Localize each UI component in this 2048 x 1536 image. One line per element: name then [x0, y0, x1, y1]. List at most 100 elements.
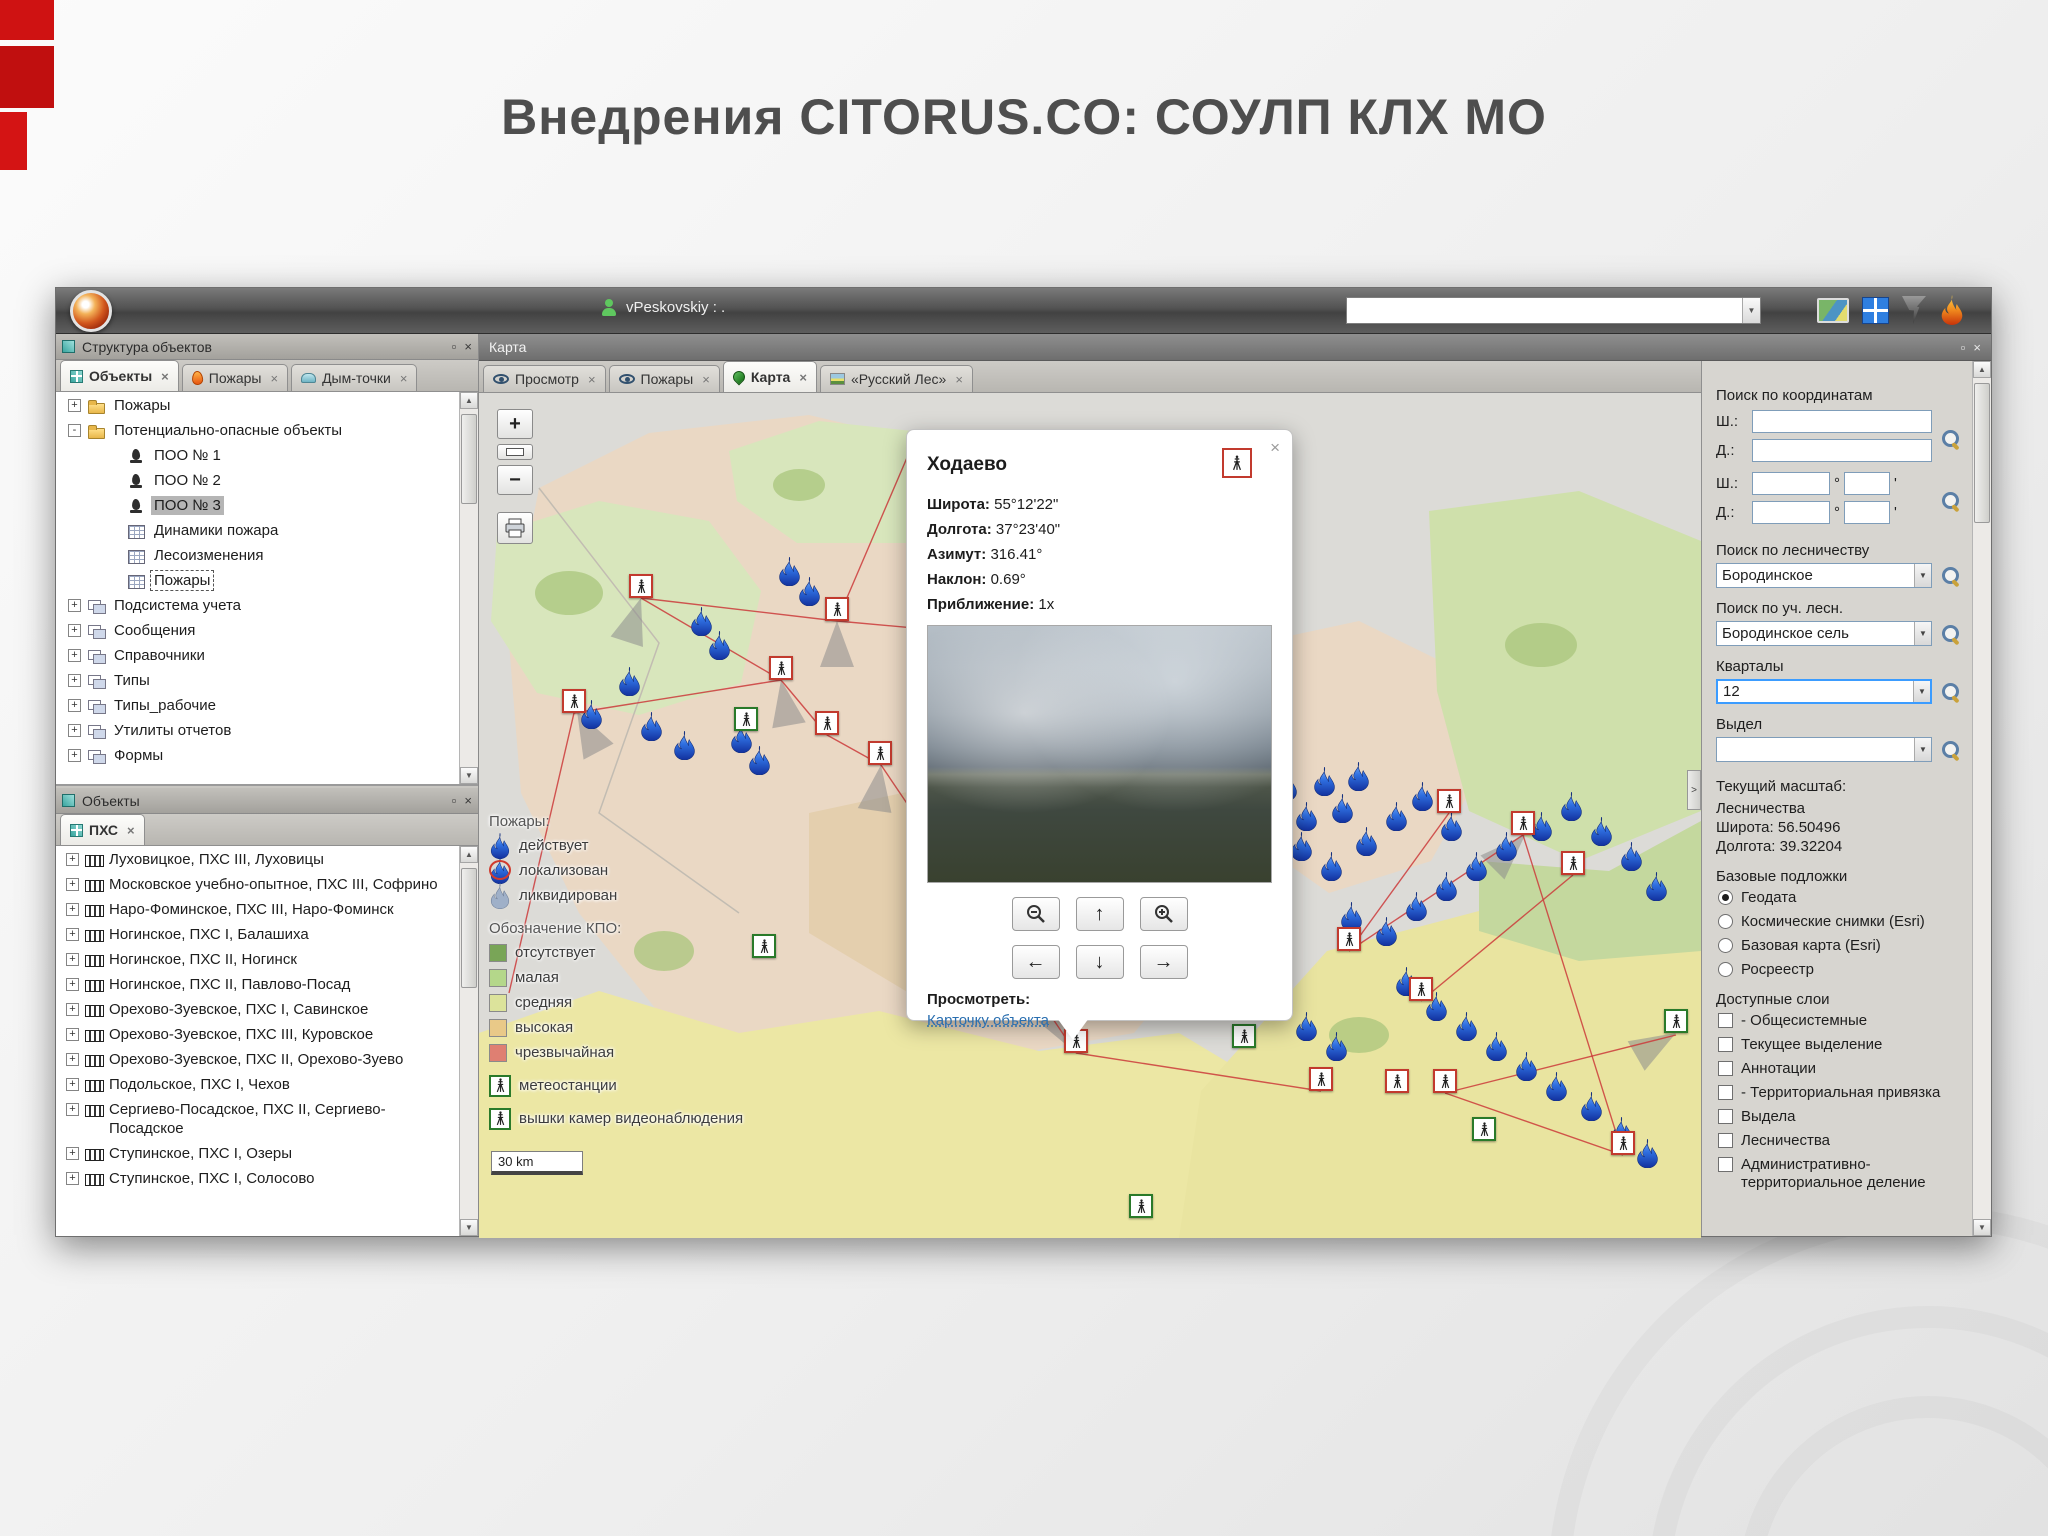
scroll-up-icon[interactable]: ▲	[460, 392, 478, 409]
checkbox-icon[interactable]	[1718, 1109, 1733, 1124]
list-item[interactable]: + Ногинское, ПХС II, Ногинск	[56, 947, 459, 972]
layer-option[interactable]: Аннотации	[1716, 1060, 1962, 1078]
quarters-select[interactable]: 12 ▼	[1716, 679, 1932, 704]
layer-option[interactable]: Административно-территориальное деление	[1716, 1156, 1962, 1192]
expand-icon[interactable]: +	[66, 1028, 79, 1041]
search-icon[interactable]	[1940, 428, 1962, 450]
tornado-icon[interactable]	[1902, 296, 1926, 324]
fire-marker[interactable]	[1294, 801, 1319, 836]
map-tab[interactable]: «Русский Лес» ×	[819, 365, 973, 392]
fire-marker[interactable]	[1514, 1051, 1539, 1086]
search-icon[interactable]	[1940, 623, 1962, 645]
chevron-down-icon[interactable]: ▼	[1913, 681, 1930, 702]
expand-icon[interactable]: +	[66, 1172, 79, 1185]
fire-marker[interactable]	[1635, 1138, 1660, 1173]
meteo-station-marker[interactable]	[1664, 1009, 1688, 1033]
tiles-icon[interactable]	[1862, 296, 1889, 324]
fire-marker[interactable]	[1454, 1011, 1479, 1046]
tree-item[interactable]: ПОО № 3	[56, 493, 459, 518]
camera-zoom-in-button[interactable]	[1139, 897, 1188, 931]
expand-icon[interactable]: +	[66, 1103, 79, 1116]
tree-item[interactable]: + Типы_рабочие	[56, 693, 459, 718]
search-icon[interactable]	[1940, 681, 1962, 703]
fire-marker[interactable]	[1346, 761, 1371, 796]
right-panel-scrollbar[interactable]: ▲ ▼	[1972, 361, 1991, 1236]
tree-item[interactable]: + Утилиты отчетов	[56, 718, 459, 743]
expand-icon[interactable]: +	[68, 649, 81, 662]
checkbox-icon[interactable]	[1718, 1133, 1733, 1148]
checkbox-icon[interactable]	[1718, 1013, 1733, 1028]
lat-input[interactable]	[1752, 410, 1932, 433]
camera-down-button[interactable]: ↓	[1075, 945, 1124, 979]
lon-input[interactable]	[1752, 439, 1932, 462]
list-item[interactable]: + Ногинское, ПХС I, Балашиха	[56, 922, 459, 947]
fire-marker[interactable]	[1384, 801, 1409, 836]
camera-tower-marker[interactable]	[825, 597, 849, 621]
basemap-option[interactable]: Космические снимки (Esri)	[1716, 913, 1962, 931]
list-item[interactable]: + Сергиево-Посадское, ПХС II, Сергиево-По…	[56, 1097, 459, 1141]
scroll-up-icon[interactable]: ▲	[460, 846, 478, 863]
fire-marker[interactable]	[747, 745, 772, 780]
checkbox-icon[interactable]	[1718, 1061, 1733, 1076]
object-card-link[interactable]: Карточку объекта	[927, 1012, 1049, 1029]
expand-icon[interactable]: +	[66, 1078, 79, 1091]
tree-item[interactable]: ПОО № 1	[56, 443, 459, 468]
fire-marker[interactable]	[777, 556, 802, 591]
tree-item[interactable]: Пожары	[56, 568, 459, 593]
camera-left-button[interactable]: ←	[1011, 945, 1060, 979]
tree-item[interactable]: + Формы	[56, 743, 459, 768]
fire-marker[interactable]	[1559, 791, 1584, 826]
camera-tower-marker[interactable]	[1309, 1067, 1333, 1091]
fire-marker[interactable]	[1404, 891, 1429, 926]
camera-tower-marker[interactable]	[1437, 789, 1461, 813]
search-icon[interactable]	[1940, 565, 1962, 587]
close-icon[interactable]: ×	[270, 371, 278, 386]
search-dropdown-icon[interactable]: ▼	[1742, 298, 1760, 323]
camera-right-button[interactable]: →	[1139, 945, 1188, 979]
camera-tower-marker[interactable]	[1511, 811, 1535, 835]
fire-marker[interactable]	[1324, 1031, 1349, 1066]
meteo-station-marker[interactable]	[1472, 1117, 1496, 1141]
fire-marker[interactable]	[1544, 1071, 1569, 1106]
expand-icon[interactable]: +	[66, 853, 79, 866]
fire-marker[interactable]	[1589, 816, 1614, 851]
expand-icon[interactable]: +	[66, 1003, 79, 1016]
camera-tower-marker[interactable]	[1409, 977, 1433, 1001]
close-icon[interactable]: ×	[464, 339, 472, 354]
fire-marker[interactable]	[1644, 871, 1669, 906]
camera-tower-marker[interactable]	[1385, 1069, 1409, 1093]
camera-tower-marker[interactable]	[629, 574, 653, 598]
map-tab[interactable]: Просмотр ×	[483, 365, 606, 392]
zoom-in-button[interactable]: +	[497, 409, 533, 439]
scroll-down-icon[interactable]: ▼	[460, 767, 478, 784]
list-item[interactable]: + Орехово-Зуевское, ПХС I, Савинское	[56, 997, 459, 1022]
meteo-station-marker[interactable]	[752, 934, 776, 958]
map-image-icon[interactable]	[1817, 297, 1849, 323]
camera-tower-marker[interactable]	[1561, 851, 1585, 875]
list-item[interactable]: + Наро-Фоминское, ПХС III, Наро-Фоминск	[56, 897, 459, 922]
list-item[interactable]: + Ступинское, ПХС I, Озеры	[56, 1141, 459, 1166]
objects-scrollbar[interactable]: ▲ ▼	[459, 846, 478, 1236]
expand-icon[interactable]: +	[68, 599, 81, 612]
meteo-station-marker[interactable]	[1129, 1194, 1153, 1218]
fire-marker[interactable]	[1319, 851, 1344, 886]
fire-icon[interactable]	[1939, 295, 1965, 325]
scroll-thumb[interactable]	[461, 414, 477, 504]
scroll-up-icon[interactable]: ▲	[1973, 361, 1991, 378]
close-icon[interactable]: ×	[702, 372, 710, 387]
structure-tab[interactable]: Дым-точки ×	[291, 364, 418, 391]
layer-option[interactable]: Текущее выделение	[1716, 1036, 1962, 1054]
fire-marker[interactable]	[1374, 916, 1399, 951]
checkbox-icon[interactable]	[1718, 1157, 1733, 1172]
camera-tower-marker[interactable]	[1433, 1069, 1457, 1093]
tab-phc[interactable]: ПХС ×	[60, 814, 145, 845]
structure-tab[interactable]: Объекты ×	[60, 360, 179, 391]
close-icon[interactable]: ×	[161, 369, 169, 384]
list-item[interactable]: + Орехово-Зуевское, ПХС II, Орехово-Зуево	[56, 1047, 459, 1072]
expand-icon[interactable]: +	[68, 699, 81, 712]
fire-marker[interactable]	[1434, 871, 1459, 906]
fire-marker[interactable]	[1494, 831, 1519, 866]
fire-marker[interactable]	[1330, 793, 1355, 828]
expand-icon[interactable]: +	[66, 1147, 79, 1160]
search-icon[interactable]	[1940, 739, 1962, 761]
